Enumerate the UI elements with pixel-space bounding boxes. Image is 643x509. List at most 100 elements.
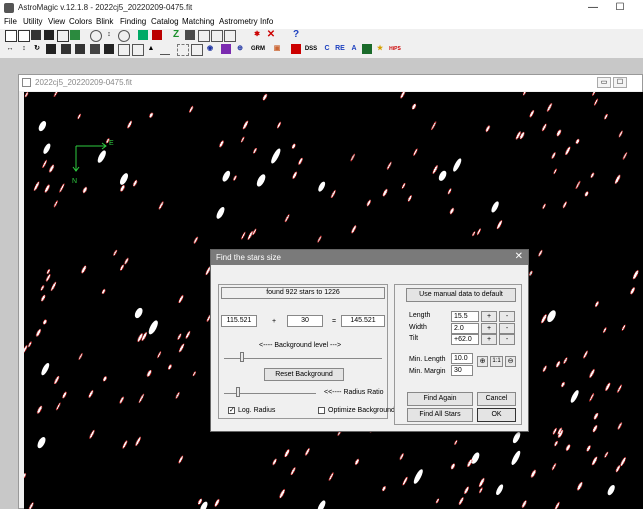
menu-utility[interactable]: Utility — [23, 17, 43, 26]
star-streak — [496, 220, 503, 230]
calibrate-icon[interactable] — [104, 44, 114, 54]
grm-icon[interactable]: GRM — [251, 44, 265, 54]
image-maximize-button[interactable]: ☐ — [613, 77, 627, 88]
frames-icon[interactable] — [224, 30, 236, 42]
grid-icon[interactable] — [185, 30, 195, 40]
delete-mark-icon[interactable]: ✕ — [266, 30, 276, 40]
tilt-minus-button[interactable]: - — [499, 334, 515, 345]
min-length-field[interactable]: 10.0 — [451, 353, 473, 364]
zoom-in-icon[interactable] — [90, 30, 102, 42]
level-icon[interactable] — [160, 44, 170, 55]
refresh-icon[interactable] — [70, 30, 80, 40]
zoom-out-icon-dialog[interactable]: ⊖ — [505, 356, 516, 367]
menu-blink[interactable]: Blink — [96, 17, 113, 26]
crop-icon[interactable] — [46, 44, 56, 54]
search-catalog-icon[interactable]: ⊕ — [235, 44, 245, 54]
menu-info[interactable]: Info — [260, 17, 273, 26]
ok-button[interactable]: OK — [477, 408, 516, 422]
layers-icon[interactable] — [191, 44, 203, 56]
optimize-background-checkbox[interactable] — [318, 407, 325, 414]
zoom-ratio-icon[interactable]: ↕ — [104, 30, 114, 40]
eye-icon[interactable]: ◉ — [205, 44, 215, 54]
grid-map-icon[interactable] — [362, 44, 372, 54]
help-icon[interactable]: ? — [291, 30, 301, 40]
log-radius-checkbox[interactable]: ✓ — [228, 407, 235, 414]
flat-icon[interactable] — [118, 44, 130, 56]
background-value-field[interactable]: 115.521 — [221, 315, 257, 327]
menu-catalog[interactable]: Catalog — [151, 17, 179, 26]
length-minus-button[interactable]: - — [499, 311, 515, 322]
length-field[interactable]: 15.5 — [451, 311, 479, 322]
re-icon[interactable]: RE — [334, 44, 346, 54]
star-streak — [575, 180, 581, 190]
select-area-icon[interactable] — [177, 44, 189, 56]
width-plus-button[interactable]: + — [481, 323, 497, 334]
width-field[interactable]: 2.0 — [451, 323, 479, 334]
catalog-icon[interactable] — [221, 44, 231, 54]
dss-icon[interactable]: DSS — [304, 44, 318, 54]
tilt-plus-button[interactable]: + — [481, 334, 497, 345]
star-streak — [603, 113, 609, 120]
star-streak — [167, 364, 173, 370]
stop-icon[interactable] — [291, 44, 301, 54]
minimize-button[interactable]: — — [583, 1, 603, 15]
dialog-close-icon[interactable]: ✕ — [515, 251, 523, 262]
cancel-button[interactable]: Cancel — [477, 392, 516, 406]
color-balance-icon[interactable] — [152, 30, 162, 40]
zoom-out-icon[interactable] — [118, 30, 130, 42]
menu-colors[interactable]: Colors — [69, 17, 92, 26]
star-streak — [478, 487, 483, 494]
hips-icon[interactable]: HiPS — [388, 44, 402, 54]
target-icon[interactable]: ▣ — [272, 44, 282, 54]
radius-ratio-thumb[interactable] — [236, 387, 240, 397]
rotate-icon[interactable]: ↻ — [32, 44, 42, 54]
select-icon[interactable] — [57, 30, 69, 42]
maximize-button[interactable]: ☐ — [610, 1, 630, 15]
flip-icon[interactable]: ↕ — [19, 44, 29, 54]
align-icon[interactable] — [75, 44, 85, 54]
toolbar-row-2: ↔ ↕ ↻ ▲ ◉ ⊕ GRM ▣ DSS C RE A ★ HiPS — [0, 43, 643, 56]
star-icon[interactable]: ★ — [375, 44, 385, 54]
camera-icon[interactable] — [44, 30, 54, 40]
open-icon[interactable] — [18, 30, 30, 42]
background-level-thumb[interactable] — [240, 352, 244, 362]
a-icon[interactable]: A — [349, 44, 359, 54]
star-streak — [119, 264, 125, 271]
use-manual-data-button[interactable]: Use manual data to default — [406, 288, 516, 302]
save-icon[interactable] — [31, 30, 41, 40]
menu-matching[interactable]: Matching — [182, 17, 214, 26]
stack-icon[interactable] — [61, 44, 71, 54]
image-minimize-button[interactable]: ▭ — [597, 77, 611, 88]
z-scale-icon[interactable]: Z — [171, 30, 181, 40]
min-margin-field[interactable]: 30 — [451, 365, 473, 376]
menu-view[interactable]: View — [48, 17, 65, 26]
c-icon[interactable]: C — [322, 44, 332, 54]
star-streak — [247, 230, 254, 241]
hand-icon[interactable] — [198, 30, 210, 42]
star-streak — [622, 151, 628, 161]
menu-finding[interactable]: Finding — [120, 17, 146, 26]
star-mark-icon[interactable]: ✱ — [252, 30, 262, 40]
star-streak — [43, 143, 51, 154]
compare-icon[interactable] — [211, 30, 223, 42]
histogram-icon[interactable] — [138, 30, 148, 40]
length-plus-button[interactable]: + — [481, 311, 497, 322]
offset-value-field[interactable]: 30 — [287, 315, 323, 327]
new-icon[interactable] — [5, 30, 17, 42]
histogram-small-icon[interactable]: ▲ — [146, 44, 156, 54]
arrows-icon[interactable]: ↔ — [5, 44, 15, 54]
tilt-field[interactable]: +62.0 — [451, 334, 479, 345]
dark-icon[interactable] — [132, 44, 144, 56]
menu-file[interactable]: File — [4, 17, 17, 26]
zoom-in-icon-dialog[interactable]: ⊕ — [477, 356, 488, 367]
reset-background-button[interactable]: Reset Background — [264, 368, 344, 381]
zoom-1to1-button[interactable]: 1:1 — [490, 356, 503, 367]
menu-astrometry[interactable]: Astrometry — [219, 17, 258, 26]
find-again-button[interactable]: Find Again — [407, 392, 473, 406]
transform-icon[interactable] — [90, 44, 100, 54]
find-all-stars-button[interactable]: Find All Stars — [407, 408, 473, 422]
background-level-track[interactable] — [224, 358, 382, 359]
result-value-field: 145.521 — [341, 315, 385, 327]
star-streak — [538, 249, 543, 257]
width-minus-button[interactable]: - — [499, 323, 515, 334]
